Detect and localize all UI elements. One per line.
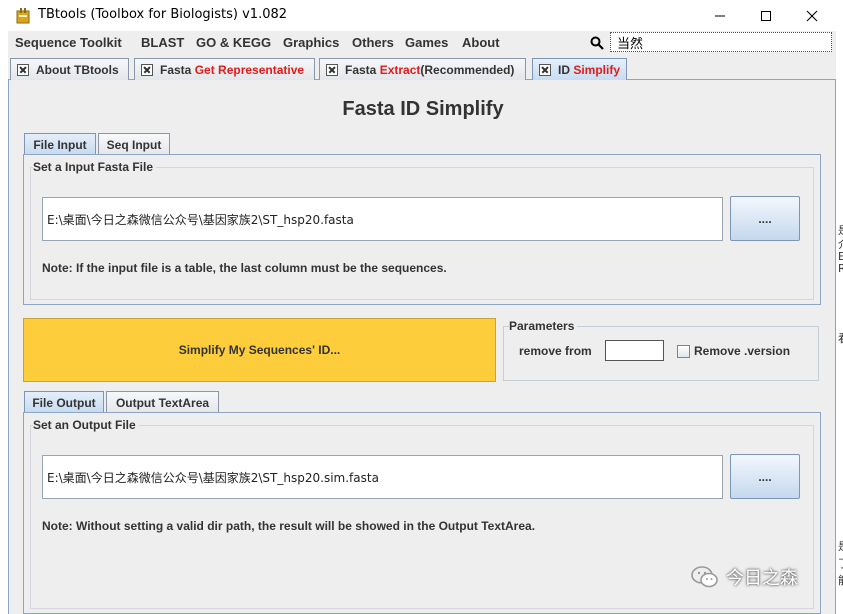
menu-blast[interactable]: BLAST [141, 35, 184, 50]
parameters-title: Parameters [509, 319, 578, 333]
menu-graphics[interactable]: Graphics [283, 35, 339, 50]
tab-fasta-get-representative[interactable]: Fasta Get Representative [134, 58, 315, 80]
close-tab-icon[interactable] [539, 63, 551, 76]
output-path-field[interactable]: E:\桌面\今日之森微信公众号\基因家族2\ST_hsp20.sim.fasta [42, 455, 723, 499]
tab-label-highlight: Extract [379, 62, 421, 77]
background-fragment: Re [838, 262, 843, 275]
tab-fasta-extract[interactable]: Fasta Extract (Recommended) [319, 58, 526, 80]
background-fragment: 是 [838, 538, 843, 554]
menu-go-kegg[interactable]: GO & KEGG [196, 35, 271, 50]
background-fragment: 了 [838, 555, 843, 571]
page-title: Fasta ID Simplify [342, 98, 504, 120]
tab-output-textarea[interactable]: Output TextArea [106, 391, 219, 413]
tab-seq-input[interactable]: Seq Input [98, 133, 170, 155]
tab-label: ID [558, 62, 570, 77]
input-note: Note: If the input file is a table, the … [42, 261, 447, 275]
close-tab-icon[interactable] [326, 63, 338, 76]
simplify-button[interactable]: Simplify My Sequences' ID... [23, 318, 496, 382]
window-title: TBtools (Toolbox for Biologists) v1.082 [38, 7, 288, 22]
tab-label-highlight: Simplify [573, 62, 621, 77]
tab-label: Fasta [345, 62, 377, 77]
tab-label-highlight: Get Representative [194, 62, 305, 77]
tab-id-simplify[interactable]: ID Simplify [532, 58, 627, 80]
tab-label-suffix: (Recommended) [420, 62, 515, 77]
minimize-icon [715, 15, 725, 16]
input-group-title: Set a Input Fasta File [33, 160, 157, 174]
wechat-icon [691, 566, 718, 588]
close-tab-icon[interactable] [141, 63, 153, 76]
menu-others[interactable]: Others [352, 35, 394, 50]
output-note: Note: Without setting a valid dir path, … [42, 519, 536, 533]
menu-about[interactable]: About [462, 35, 500, 50]
input-path-field[interactable]: E:\桌面\今日之森微信公众号\基因家族2\ST_hsp20.fasta [42, 197, 723, 241]
tab-file-output[interactable]: File Output [24, 391, 104, 413]
app-icon [16, 8, 30, 24]
watermark-text: 今日之森 [726, 568, 798, 589]
maximize-icon [761, 10, 771, 21]
background-fragment: 看 [838, 330, 843, 346]
close-button[interactable] [789, 0, 835, 31]
tab-label: About TBtools [36, 62, 119, 77]
tab-file-input[interactable]: File Input [24, 133, 96, 155]
menu-games[interactable]: Games [405, 35, 448, 50]
minimize-button[interactable] [697, 0, 743, 31]
close-tab-icon[interactable] [17, 63, 29, 76]
title-bar: TBtools (Toolbox for Biologists) v1.082 [0, 0, 843, 31]
watermark: 今日之森 [690, 562, 798, 592]
background-fragment: 能 [838, 572, 843, 588]
input-panel: Set a Input Fasta File E:\桌面\今日之森微信公众号\基… [23, 154, 821, 305]
tab-bar: About TBtools Fasta Get Representative F… [8, 55, 836, 80]
close-icon [806, 10, 818, 21]
menu-bar: Sequence Toolkit BLAST GO & KEGG Graphic… [8, 31, 836, 55]
output-browse-button[interactable]: .... [730, 454, 800, 499]
search-icon[interactable] [590, 36, 604, 50]
tab-label: Fasta [160, 62, 192, 77]
menu-sequence-toolkit[interactable]: Sequence Toolkit [15, 35, 122, 50]
main-panel: Fasta ID Simplify File Input Seq Input S… [8, 80, 836, 614]
search-input[interactable] [610, 32, 832, 52]
remove-from-label: remove from [519, 344, 592, 358]
remove-version-checkbox[interactable] [677, 345, 690, 358]
remove-version-label[interactable]: Remove .version [694, 344, 790, 358]
output-group-title: Set an Output File [33, 418, 139, 432]
maximize-button[interactable] [743, 0, 789, 31]
input-browse-button[interactable]: .... [730, 196, 800, 241]
tab-about-tbtools[interactable]: About TBtools [10, 58, 129, 80]
remove-from-input[interactable] [605, 340, 664, 361]
